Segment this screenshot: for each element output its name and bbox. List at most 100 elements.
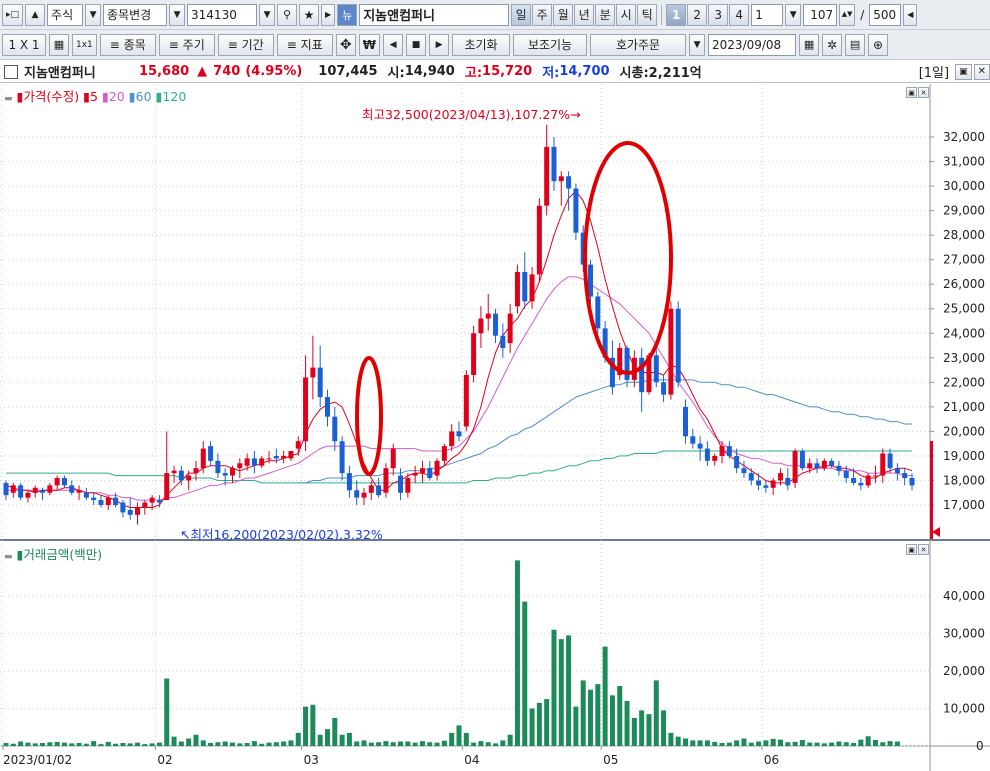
candle-body bbox=[909, 478, 915, 486]
candle-body bbox=[836, 465, 842, 471]
volume-bar bbox=[149, 743, 155, 746]
candle-body bbox=[449, 431, 455, 447]
select-checkbox[interactable] bbox=[4, 64, 18, 79]
indicator-button[interactable]: ≡ 지표 bbox=[276, 33, 333, 56]
period-tab-3[interactable]: 년 bbox=[574, 3, 595, 26]
volume-bar bbox=[522, 601, 528, 746]
x-tick-label: 04 bbox=[464, 753, 479, 767]
range-button[interactable]: ≡ 기간 bbox=[217, 33, 274, 56]
candle-body bbox=[405, 478, 411, 493]
reset-button[interactable]: 초기화 bbox=[452, 33, 511, 56]
volume-bar bbox=[25, 742, 31, 746]
count-spinner-icon[interactable]: ▲▼ bbox=[839, 3, 856, 26]
layout-button[interactable]: 1 X 1 bbox=[2, 33, 46, 56]
next-icon[interactable]: ▶ bbox=[429, 33, 450, 56]
prev-icon[interactable]: ◀ bbox=[383, 33, 404, 56]
grid-icon[interactable]: ▦ bbox=[49, 33, 69, 56]
volume-bar bbox=[69, 743, 75, 746]
aux-function-button[interactable]: 보조기능 bbox=[513, 33, 588, 56]
price-tick-label: 20,000 bbox=[943, 424, 985, 438]
candle-body bbox=[763, 485, 769, 488]
panel-close-icon[interactable]: ✕ bbox=[918, 87, 929, 98]
volume-bar bbox=[361, 740, 367, 746]
price-legend-title: 가격(수정) bbox=[23, 89, 80, 104]
count-input[interactable]: 107 bbox=[803, 3, 838, 26]
market-dropdown-icon[interactable]: ▼ bbox=[85, 3, 102, 26]
period-tab-0[interactable]: 일 bbox=[511, 3, 532, 26]
calendar-grid-icon[interactable]: ▤ bbox=[845, 33, 866, 56]
volume-bar bbox=[376, 742, 382, 746]
volume-bar bbox=[719, 743, 725, 746]
period-tab-1[interactable]: 주 bbox=[532, 3, 553, 26]
candle-body bbox=[259, 458, 265, 466]
x-tick-label: 06 bbox=[764, 753, 779, 767]
x-tick-label: 02 bbox=[157, 753, 172, 767]
panel-close-icon[interactable]: ✕ bbox=[918, 544, 929, 555]
arrow-down-right-icon: → bbox=[570, 107, 581, 122]
candle-body bbox=[120, 502, 126, 513]
candle-body bbox=[208, 446, 214, 461]
period-button[interactable]: ≡ 주기 bbox=[158, 33, 215, 56]
period-tab-6[interactable]: 틱 bbox=[637, 3, 658, 26]
high-annotation: 최고32,500(2023/04/13),107.27%→ bbox=[362, 104, 581, 123]
market-select[interactable]: 주식 bbox=[47, 3, 84, 26]
period-tab-5[interactable]: 시 bbox=[616, 3, 637, 26]
stock-chart[interactable]: 32,000 31,000 30,000 29,000 28,000 27,000 26,0… bbox=[0, 84, 990, 771]
chevron-up-icon[interactable]: ▲ bbox=[25, 3, 46, 26]
change-item-dropdown-icon[interactable]: ▼ bbox=[169, 3, 186, 26]
order-dropdown-icon[interactable]: ▼ bbox=[689, 33, 706, 56]
multi-tab-3[interactable]: 3 bbox=[708, 3, 729, 26]
period-tab-2[interactable]: 월 bbox=[553, 3, 574, 26]
volume-bar bbox=[156, 742, 162, 746]
expand-icon[interactable]: ▸□ bbox=[2, 3, 24, 26]
panel-restore-icon[interactable]: ▣ bbox=[906, 544, 917, 555]
volume-bar bbox=[741, 738, 747, 746]
candle-body bbox=[230, 468, 235, 476]
ma20-legend: 20 bbox=[108, 89, 125, 104]
play-icon[interactable]: ▶ bbox=[321, 3, 336, 26]
order-button[interactable]: 호가주문 bbox=[590, 33, 687, 56]
candle-body bbox=[880, 453, 886, 476]
period-tab-4[interactable]: 분 bbox=[595, 3, 616, 26]
multi-tab-1[interactable]: 1 bbox=[666, 3, 687, 26]
volume-bar bbox=[602, 646, 608, 746]
news-button[interactable]: 뉴 bbox=[337, 3, 358, 26]
stock-code-input[interactable]: 314130 bbox=[187, 3, 258, 26]
candle-body bbox=[661, 382, 667, 395]
move-icon[interactable]: ✥ bbox=[335, 33, 356, 56]
multi-tab-2[interactable]: 2 bbox=[687, 3, 708, 26]
price-tick-label: 19,000 bbox=[943, 449, 985, 463]
zoom-icon[interactable]: ⊕ bbox=[868, 33, 889, 56]
volume-bar bbox=[368, 742, 374, 746]
volume-bar bbox=[288, 740, 294, 746]
settings-icon[interactable]: ✲ bbox=[822, 33, 843, 56]
scroll-left-icon[interactable]: ◀ bbox=[903, 3, 918, 26]
multi-tab-4[interactable]: 4 bbox=[729, 3, 750, 26]
candle-body bbox=[40, 490, 46, 493]
star-icon[interactable]: ★ bbox=[299, 3, 320, 26]
interval-input[interactable]: 1 bbox=[751, 3, 784, 26]
price-tick-label: 32,000 bbox=[943, 130, 985, 144]
candle-body bbox=[529, 274, 535, 302]
close-icon[interactable]: ✕ bbox=[973, 63, 990, 80]
volume-bar bbox=[507, 734, 513, 746]
stock-code-dropdown-icon[interactable]: ▼ bbox=[259, 3, 276, 26]
volume-bar bbox=[215, 742, 221, 746]
interval-dropdown-icon[interactable]: ▼ bbox=[785, 3, 802, 26]
restore-icon[interactable]: ▣ bbox=[955, 63, 972, 80]
one-by-one-icon[interactable]: 1x1 bbox=[72, 33, 97, 56]
candle-body bbox=[3, 482, 9, 496]
candle-body bbox=[156, 500, 162, 503]
won-button[interactable]: ₩ bbox=[358, 33, 381, 56]
panel-restore-icon[interactable]: ▣ bbox=[906, 87, 917, 98]
items-button[interactable]: ≡ 종목 bbox=[99, 33, 156, 56]
search-icon[interactable]: ⚲ bbox=[277, 3, 298, 26]
calendar-icon[interactable]: ▦ bbox=[799, 33, 820, 56]
market-cap-label: 시총: bbox=[619, 66, 649, 81]
change-item-select[interactable]: 종목변경 bbox=[103, 3, 168, 26]
stop-icon[interactable]: ■ bbox=[406, 33, 427, 56]
candle-body bbox=[149, 497, 155, 503]
volume-bar bbox=[894, 741, 900, 746]
candle-body bbox=[383, 468, 389, 493]
date-input[interactable]: 2023/09/08 bbox=[708, 33, 797, 56]
